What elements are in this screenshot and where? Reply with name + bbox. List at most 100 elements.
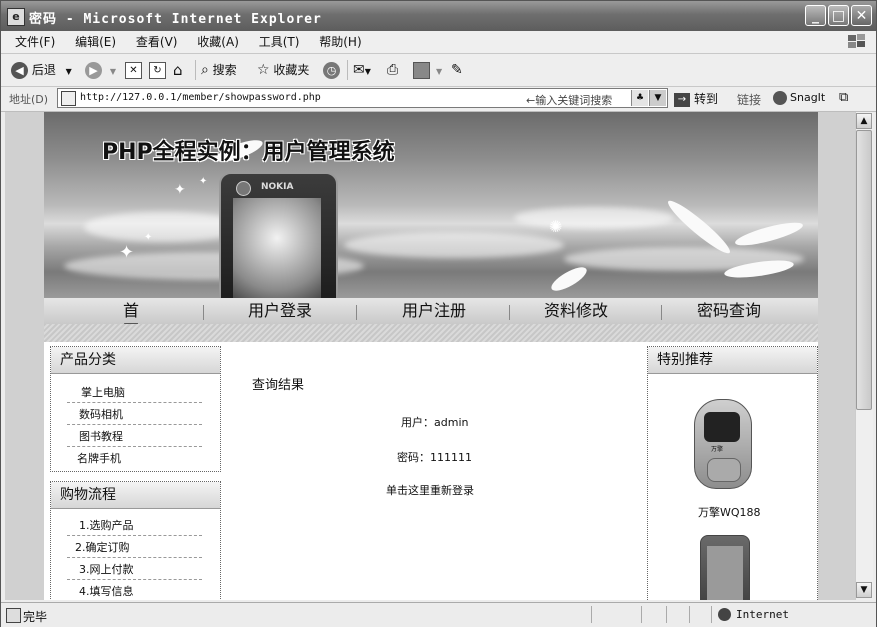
product-category-box: 产品分类 掌上电脑 数码相机 图书教程 名牌手机 (50, 346, 221, 472)
menu-bar: 文件(F) 编辑(E) 查看(V) 收藏(A) 工具(T) 帮助(H) (1, 31, 876, 54)
minimize-button[interactable]: _ (805, 5, 826, 26)
print-button[interactable]: ⎙ (387, 60, 398, 80)
forward-button[interactable]: ▶ ▼ (85, 60, 116, 80)
username-result: 用户：admin (401, 416, 469, 429)
toolbar-separator (195, 60, 196, 80)
home-icon: ⌂ (173, 61, 183, 79)
favorites-label: 收藏夹 (273, 63, 310, 77)
nav-password-lookup[interactable]: 密码查询 (689, 301, 769, 321)
header-banner: ✦ ✦ ✦ ✦ ✺ PHP全程实例：用户管理系统 NOKIA (44, 112, 818, 298)
web-page: ✦ ✦ ✦ ✦ ✺ PHP全程实例：用户管理系统 NOKIA 首 用户登录 用户… (44, 112, 818, 600)
process-step[interactable]: 3.网上付款 (67, 560, 202, 580)
shopping-process-title: 购物流程 (51, 482, 220, 509)
star-icon: ☆ (257, 62, 270, 78)
status-bar: 完毕 Internet (1, 602, 876, 627)
favorites-button[interactable]: ☆ 收藏夹 (257, 60, 309, 80)
home-button[interactable]: ⌂ (173, 60, 183, 80)
password-result: 密码：111111 (397, 451, 472, 464)
toolbar-separator (347, 60, 348, 80)
nav-login[interactable]: 用户登录 (240, 301, 320, 321)
scroll-down-button[interactable]: ▼ (856, 582, 872, 598)
messenger-button[interactable]: ✎ (451, 60, 463, 80)
stop-icon: ✕ (125, 62, 142, 79)
print-icon: ⎙ (387, 62, 399, 78)
relogin-link[interactable]: 单击这里重新登录 (386, 482, 474, 498)
mail-icon: ✉ (353, 62, 365, 78)
standard-toolbar: ◀ 后退 ▼ ▶ ▼ ✕ ↻ ⌂ ⌕ 搜索 ☆ 收藏夹 ◷ ✉▼ ⎙ ▼ ✎ (1, 54, 876, 87)
address-bar: 地址(D) http://127.0.0.1/member/showpasswo… (1, 87, 876, 112)
go-label: 转到 (694, 92, 719, 106)
snagit-icon (773, 91, 787, 105)
back-button[interactable]: ◀ 后退 ▼ (11, 60, 72, 80)
menu-edit[interactable]: 编辑(E) (67, 31, 124, 53)
header-stripe (44, 324, 818, 342)
back-dropdown-icon[interactable]: ▼ (66, 67, 72, 76)
product-name[interactable]: 万擎WQ188 (698, 504, 761, 520)
go-button[interactable]: → 转到 (674, 90, 718, 107)
title-bar: e 密码 - Microsoft Internet Explorer _ □ ✕ (1, 1, 876, 31)
menu-view[interactable]: 查看(V) (128, 31, 186, 53)
address-search-hint: ←输入关键词搜索 (526, 94, 613, 107)
vertical-scrollbar[interactable]: ▲ ▼ (855, 112, 873, 600)
address-label: 地址(D) (9, 93, 49, 106)
back-arrow-icon: ◀ (11, 62, 28, 79)
edit-dropdown-icon[interactable]: ▼ (436, 67, 442, 76)
category-item[interactable]: 图书教程 (67, 427, 202, 447)
phone-brand: NOKIA (261, 182, 294, 192)
category-item[interactable]: 掌上电脑 (67, 383, 202, 403)
links-button[interactable]: 链接 (737, 91, 761, 108)
snagit-capture-icon[interactable]: ⧉ (839, 90, 848, 105)
nav-edit-profile[interactable]: 资料修改 (536, 301, 616, 321)
scroll-thumb[interactable] (856, 130, 872, 410)
mail-dropdown-icon[interactable]: ▼ (365, 67, 371, 76)
menu-favorites[interactable]: 收藏(A) (189, 31, 247, 53)
stop-button[interactable]: ✕ (125, 60, 142, 80)
messenger-icon: ✎ (451, 62, 463, 78)
process-step[interactable]: 4.填写信息 (67, 582, 202, 600)
forward-arrow-icon: ▶ (85, 62, 102, 79)
query-result-heading: 查询结果 (252, 378, 305, 393)
forward-dropdown-icon[interactable]: ▼ (110, 67, 116, 76)
menu-file[interactable]: 文件(F) (7, 31, 63, 53)
process-step[interactable]: 1.选购产品 (67, 516, 202, 536)
window-title: 密码 - Microsoft Internet Explorer (29, 12, 322, 27)
search-label: 搜索 (212, 63, 237, 77)
address-dropdown-icon[interactable]: ▼ (649, 90, 666, 106)
internet-zone-icon (718, 608, 731, 621)
address-input[interactable]: http://127.0.0.1/member/showpassword.php… (57, 88, 668, 108)
site-title: PHP全程实例：用户管理系统 (102, 140, 395, 165)
history-icon: ◷ (323, 62, 340, 79)
search-helper-icon[interactable]: ♣ (631, 90, 648, 106)
address-url[interactable]: http://127.0.0.1/member/showpassword.php (80, 92, 321, 103)
history-button[interactable]: ◷ (323, 60, 340, 80)
status-page-icon (6, 608, 21, 623)
recommend-box: 特别推荐 万擎 万擎WQ188 (647, 346, 818, 600)
second-phone-image[interactable] (700, 535, 750, 600)
windows-flag-icon (848, 34, 865, 48)
browser-viewport: ✦ ✦ ✦ ✦ ✺ PHP全程实例：用户管理系统 NOKIA 首 用户登录 用户… (5, 112, 855, 600)
menu-tools[interactable]: 工具(T) (251, 31, 308, 53)
security-zone: Internet (736, 608, 789, 621)
maximize-button[interactable]: □ (828, 5, 849, 26)
category-item[interactable]: 数码相机 (67, 405, 202, 425)
ie-window: e 密码 - Microsoft Internet Explorer _ □ ✕… (0, 0, 877, 627)
snagit-button[interactable]: SnagIt (773, 91, 825, 105)
menu-help[interactable]: 帮助(H) (311, 31, 369, 53)
edit-icon (413, 62, 430, 79)
page-icon (61, 91, 76, 106)
scroll-up-button[interactable]: ▲ (856, 113, 872, 129)
wanqing-phone-image[interactable]: 万擎 (694, 399, 752, 489)
mail-button[interactable]: ✉▼ (353, 60, 371, 80)
back-label: 后退 (31, 63, 56, 77)
process-step[interactable]: 2.确定订购 (67, 538, 202, 558)
close-button[interactable]: ✕ (851, 5, 872, 26)
nav-home[interactable]: 首 页 (100, 301, 171, 340)
edit-button[interactable]: ▼ (413, 60, 442, 80)
category-item[interactable]: 名牌手机 (67, 449, 202, 469)
refresh-button[interactable]: ↻ (149, 60, 166, 80)
main-navigation: 首 页 用户登录 用户注册 资料修改 密码查询 (44, 298, 818, 340)
shopping-process-box: 购物流程 1.选购产品 2.确定订购 3.网上付款 4.填写信息 (50, 481, 221, 600)
search-button[interactable]: ⌕ 搜索 (201, 60, 237, 80)
product-category-title: 产品分类 (51, 347, 220, 374)
nav-register[interactable]: 用户注册 (394, 301, 474, 321)
